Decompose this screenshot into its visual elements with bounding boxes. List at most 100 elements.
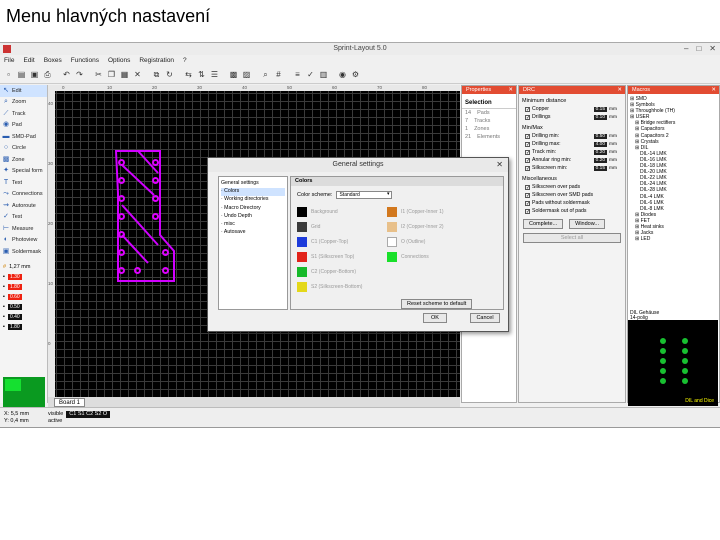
checkbox[interactable]: ✓: [525, 133, 530, 139]
pad[interactable]: [134, 267, 141, 274]
menu-edit[interactable]: Edit: [23, 55, 34, 66]
cancel-button[interactable]: Cancel: [470, 313, 500, 323]
drc-check[interactable]: ✓ Silkscreen over pads: [519, 183, 625, 191]
checkbox[interactable]: ✓: [525, 106, 530, 112]
checkbox[interactable]: ✓: [525, 165, 530, 171]
ok-button[interactable]: OK: [423, 313, 447, 323]
pad[interactable]: [118, 249, 125, 256]
zoom-icon[interactable]: ⌕: [260, 69, 271, 80]
complete-button[interactable]: Complete...: [523, 219, 564, 229]
mirror-h-icon[interactable]: ⇆: [183, 69, 194, 80]
drc-check[interactable]: ✓ Track min: 0.20 mm: [519, 148, 625, 156]
drc-check[interactable]: ✓ Drillings 0.10 mm: [519, 113, 625, 121]
settings-nav-item[interactable]: General settings: [221, 180, 285, 188]
copy-icon[interactable]: ❐: [106, 69, 117, 80]
ungroup-icon[interactable]: ▨: [241, 69, 252, 80]
tool-special-form[interactable]: ✦ Special form: [0, 166, 47, 178]
settings-nav-item[interactable]: · Macro Directory: [221, 205, 285, 213]
minimize-button[interactable]: –: [684, 43, 688, 55]
color-row[interactable]: Background: [297, 207, 338, 217]
checkbox[interactable]: ✓: [525, 149, 530, 155]
color-row[interactable]: Connections: [387, 252, 429, 262]
cut-icon[interactable]: ✂: [93, 69, 104, 80]
color-swatch[interactable]: [387, 237, 397, 247]
menu-boxes[interactable]: Boxes: [44, 55, 62, 66]
print-icon[interactable]: ⎙: [42, 69, 53, 80]
maximize-button[interactable]: □: [696, 43, 701, 55]
checkbox[interactable]: ✓: [525, 208, 530, 214]
pad[interactable]: [118, 213, 125, 220]
tool-text[interactable]: T Text: [0, 177, 47, 189]
settings-icon[interactable]: ⚙: [350, 69, 361, 80]
pad[interactable]: [162, 249, 169, 256]
drc-check[interactable]: ✓ Annular ring min: 0.20 mm: [519, 156, 625, 164]
color-row[interactable]: Grid: [297, 222, 320, 232]
tool-measure[interactable]: ⊢ Measure: [0, 223, 47, 235]
settings-nav-item[interactable]: · Undo Depth: [221, 213, 285, 221]
tool-soldermask[interactable]: ▣ Soldermask: [0, 246, 47, 258]
track-param[interactable]: ▪ 1.80: [0, 282, 47, 292]
checkbox[interactable]: ✓: [525, 141, 530, 147]
close-icon[interactable]: ✕: [617, 86, 622, 94]
checkbox[interactable]: ✓: [525, 200, 530, 206]
reset-scheme-button[interactable]: Reset scheme to default: [401, 299, 473, 309]
pad[interactable]: [152, 213, 159, 220]
color-swatch[interactable]: [297, 207, 307, 217]
drc-check[interactable]: ✓ Drilling max: 4.00 mm: [519, 140, 625, 148]
delete-icon[interactable]: ✕: [132, 69, 143, 80]
tool-track[interactable]: ⟋ Track: [0, 108, 47, 120]
tool-zone[interactable]: ▩ Zone: [0, 154, 47, 166]
menu-file[interactable]: File: [4, 55, 14, 66]
drc-check[interactable]: ✓ Silkscreen over SMD pads: [519, 191, 625, 199]
color-swatch[interactable]: [297, 282, 307, 292]
drc-check[interactable]: ✓ Copper 0.15 mm: [519, 105, 625, 113]
color-row[interactable]: I1 (Copper-Inner 1): [387, 207, 444, 217]
paste-icon[interactable]: ▦: [119, 69, 130, 80]
settings-nav-item[interactable]: · misc: [221, 221, 285, 229]
drc-value-input[interactable]: 0.20: [593, 157, 607, 163]
drc-check[interactable]: ✓ Pads without soldermask: [519, 199, 625, 207]
drc-value-input[interactable]: 0.15: [593, 106, 607, 112]
window-button[interactable]: Window...: [569, 219, 605, 229]
color-row[interactable]: S1 (Silkscreen Top): [297, 252, 354, 262]
tool-pad[interactable]: ◉ Pad: [0, 120, 47, 132]
redo-icon[interactable]: ↷: [74, 69, 85, 80]
rotate-icon[interactable]: ↻: [164, 69, 175, 80]
color-swatch[interactable]: [387, 207, 397, 217]
drc-value-input[interactable]: 0.15: [593, 165, 607, 171]
tool-zoom[interactable]: ⌕ Zoom: [0, 97, 47, 109]
drc-icon[interactable]: ✓: [305, 69, 316, 80]
color-swatch[interactable]: [387, 252, 397, 262]
color-swatch[interactable]: [297, 267, 307, 277]
track-param[interactable]: ▪ 1.80: [0, 322, 47, 332]
drc-check[interactable]: ✓ Silkscreen min: 0.15 mm: [519, 164, 625, 172]
menu-help[interactable]: ?: [183, 55, 187, 66]
color-swatch[interactable]: [297, 222, 307, 232]
pad[interactable]: [118, 267, 125, 274]
color-swatch[interactable]: [297, 252, 307, 262]
drc-check[interactable]: ✓ Soldermask out of pads: [519, 207, 625, 215]
dialog-close-icon[interactable]: ✕: [496, 158, 503, 172]
component-icon[interactable]: ▥: [318, 69, 329, 80]
track-param[interactable]: ▪ 0.40: [0, 312, 47, 322]
mirror-v-icon[interactable]: ⇅: [196, 69, 207, 80]
tool-photoview[interactable]: ◐ Photoview: [0, 235, 47, 247]
pad[interactable]: [162, 267, 169, 274]
tool-test[interactable]: ✓ Test: [0, 212, 47, 224]
color-row[interactable]: I2 (Copper-Inner 2): [387, 222, 444, 232]
menu-options[interactable]: Options: [108, 55, 130, 66]
select-all-button[interactable]: Select all: [523, 233, 621, 243]
undo-icon[interactable]: ↶: [61, 69, 72, 80]
tool-edit[interactable]: ↖ Edit: [0, 85, 47, 97]
align-icon[interactable]: ☰: [209, 69, 220, 80]
color-row[interactable]: O (Outline): [387, 237, 425, 247]
duplicate-icon[interactable]: ⧉: [151, 69, 162, 80]
pad[interactable]: [118, 159, 125, 166]
close-icon[interactable]: ✕: [508, 86, 513, 94]
drc-value-input[interactable]: 4.00: [593, 141, 607, 147]
macro-tree-item[interactable]: ⊞ LED: [630, 236, 717, 242]
new-icon[interactable]: ▫: [3, 69, 14, 80]
checkbox[interactable]: ✓: [525, 184, 530, 190]
settings-nav-item[interactable]: · Colors: [221, 188, 285, 197]
layers-icon[interactable]: ≡: [292, 69, 303, 80]
